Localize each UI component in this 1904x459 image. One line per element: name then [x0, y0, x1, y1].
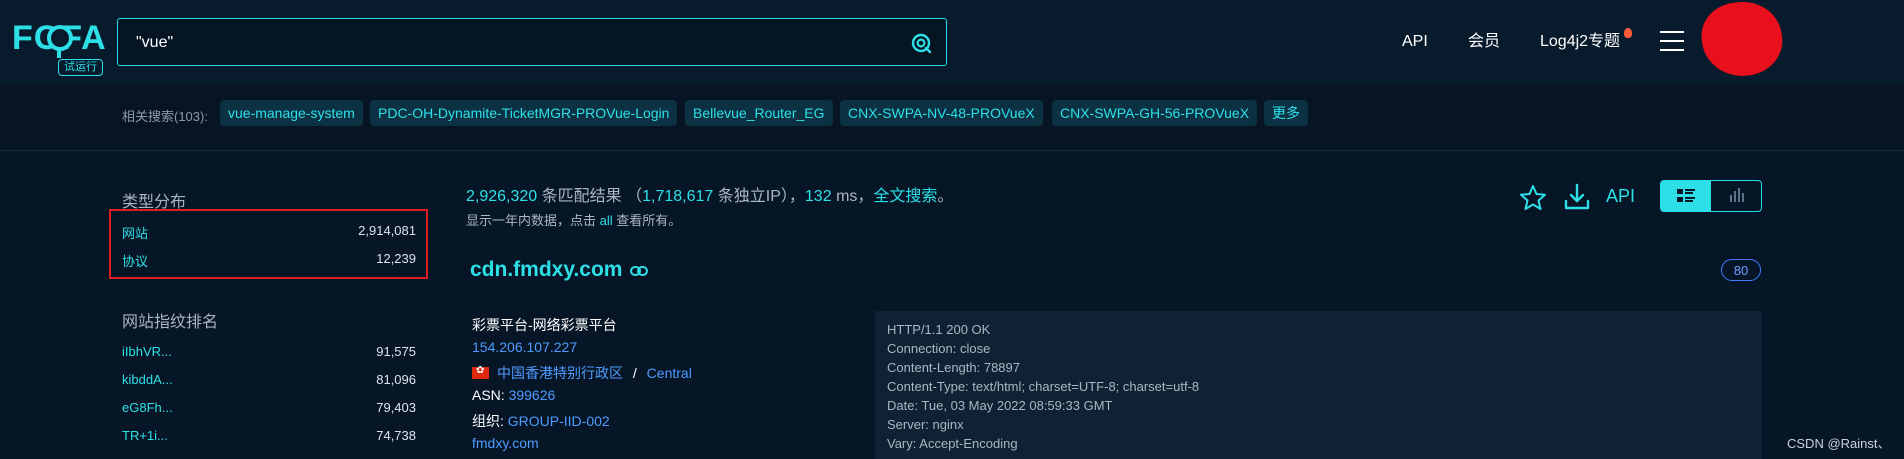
region-link[interactable]: 中国香港特别行政区 — [497, 365, 623, 381]
result-host-link[interactable]: cdn.fmdxy.com — [470, 258, 622, 282]
result-summary: 2,926,320 条匹配结果 （1,718,617 条独立IP），132 ms… — [466, 182, 953, 206]
rank-count: 81,096 — [376, 372, 416, 387]
ip-line: 154.206.107.227 — [472, 339, 577, 355]
rank-count: 91,575 — [376, 344, 416, 359]
date-range-note: 显示一年内数据，点击 all 查看所有。 — [466, 210, 681, 229]
header-line: Connection: close — [887, 341, 991, 356]
chart-view-button[interactable] — [1711, 181, 1761, 211]
rank-label: iIbhVR... — [122, 344, 172, 359]
search-icon[interactable] — [910, 32, 932, 54]
header-line: Content-Type: text/html; charset=UTF-8; … — [887, 379, 1200, 394]
org-line: 组织: GROUP-IID-002 — [472, 411, 610, 431]
port-badge[interactable]: 80 — [1721, 259, 1761, 281]
rank-row[interactable]: eG8Fh... 79,403 — [122, 400, 416, 420]
match-count: 2,926,320 — [466, 188, 538, 205]
link-icon[interactable] — [630, 266, 648, 276]
related-tag[interactable]: PDC-OH-Dynamite-TicketMGR-PROVue-Login — [370, 100, 678, 126]
ip-label: 条独立IP） — [717, 188, 789, 205]
related-search-label: 相关搜索(103): — [122, 109, 208, 124]
search-input[interactable] — [136, 31, 896, 55]
fingerprint-rank-title: 网站指纹排名 — [122, 314, 219, 331]
watermark: CSDN @Rainst、 — [1787, 436, 1891, 451]
summary-paren: （ — [626, 188, 643, 205]
header-line: Vary: Accept-Encoding — [887, 436, 1018, 451]
star-icon[interactable] — [1519, 184, 1547, 212]
summary-end: 。 — [937, 188, 954, 205]
related-tag[interactable]: vue-manage-system — [220, 100, 363, 126]
header-line: HTTP/1.1 200 OK — [887, 322, 991, 337]
header-line: Date: Tue, 03 May 2022 08:59:33 GMT — [887, 398, 1113, 413]
view-toggle — [1660, 180, 1762, 212]
hong-kong-flag-icon — [472, 365, 489, 379]
header-line: Content-Length: 78897 — [887, 360, 1020, 375]
rank-count: 79,403 — [376, 400, 416, 415]
logo-badge: 试运行 — [58, 59, 103, 76]
highlight-annotation-box — [109, 209, 428, 279]
chart-view-icon — [1730, 188, 1744, 202]
org-link[interactable]: GROUP-IID-002 — [508, 413, 610, 429]
rank-count: 74,738 — [376, 428, 416, 443]
avatar[interactable] — [1697, 0, 1787, 82]
location-line: 中国香港特别行政区 / Central — [472, 363, 692, 383]
rank-label: kibddA... — [122, 372, 173, 387]
list-view-button[interactable] — [1661, 181, 1711, 211]
org-label: 组织: — [472, 413, 504, 429]
note-prefix: 显示一年内数据，点击 — [466, 213, 597, 228]
rank-row[interactable]: iIbhVR... 91,575 — [122, 344, 416, 364]
related-more[interactable]: 更多 — [1264, 100, 1308, 126]
hot-flame-icon — [1624, 28, 1632, 38]
related-tag[interactable]: CNX-SWPA-NV-48-PROVueX — [840, 100, 1043, 126]
city-link[interactable]: Central — [647, 365, 692, 381]
nav-log4j[interactable]: Log4j2专题 — [1540, 32, 1620, 52]
download-icon[interactable] — [1562, 182, 1592, 212]
asn-link[interactable]: 399626 — [509, 387, 556, 403]
time-unit: ms， — [836, 188, 874, 205]
rank-label: eG8Fh... — [122, 400, 173, 415]
related-tag[interactable]: CNX-SWPA-GH-56-PROVueX — [1052, 100, 1258, 126]
asn-label: ASN: — [472, 387, 505, 403]
domain-link[interactable]: fmdxy.com — [472, 435, 539, 451]
header-line: Server: nginx — [887, 417, 964, 432]
api-link[interactable]: API — [1606, 186, 1635, 207]
rank-row[interactable]: kibddA... 81,096 — [122, 372, 416, 392]
logo-magnifier-icon — [47, 25, 73, 58]
search-box[interactable] — [117, 18, 947, 66]
summary-comma: ， — [788, 188, 805, 205]
asn-line: ASN: 399626 — [472, 387, 555, 403]
related-search-bar: 相关搜索(103): vue-manage-system PDC-OH-Dyna… — [0, 84, 1904, 151]
note-suffix: 查看所有。 — [616, 213, 682, 228]
match-label: 条匹配结果 — [541, 188, 622, 205]
nav-api[interactable]: API — [1402, 32, 1428, 52]
location-separator: / — [632, 365, 637, 381]
site-title: 彩票平台-网络彩票平台 — [472, 317, 617, 333]
top-header: FOFA 试运行 API 会员 Log4j2专题 — [0, 0, 1904, 84]
rank-label: TR+1i... — [122, 428, 168, 443]
fofa-logo[interactable]: FOFA 试运行 — [12, 18, 108, 78]
query-time: 132 — [804, 188, 832, 205]
ip-link[interactable]: 154.206.107.227 — [472, 339, 577, 355]
list-view-icon — [1677, 189, 1695, 202]
rank-row[interactable]: TR+1i... 74,738 — [122, 428, 416, 448]
show-all-link[interactable]: all — [600, 213, 613, 228]
nav-member[interactable]: 会员 — [1468, 32, 1500, 52]
related-tag[interactable]: Bellevue_Router_EG — [685, 100, 833, 126]
fulltext-search-link[interactable]: 全文搜索 — [873, 188, 937, 205]
menu-icon[interactable] — [1660, 31, 1684, 53]
domain-line: fmdxy.com — [472, 435, 539, 451]
ip-count: 1,718,617 — [642, 188, 714, 205]
http-header-panel: HTTP/1.1 200 OK Connection: close Conten… — [875, 311, 1762, 459]
